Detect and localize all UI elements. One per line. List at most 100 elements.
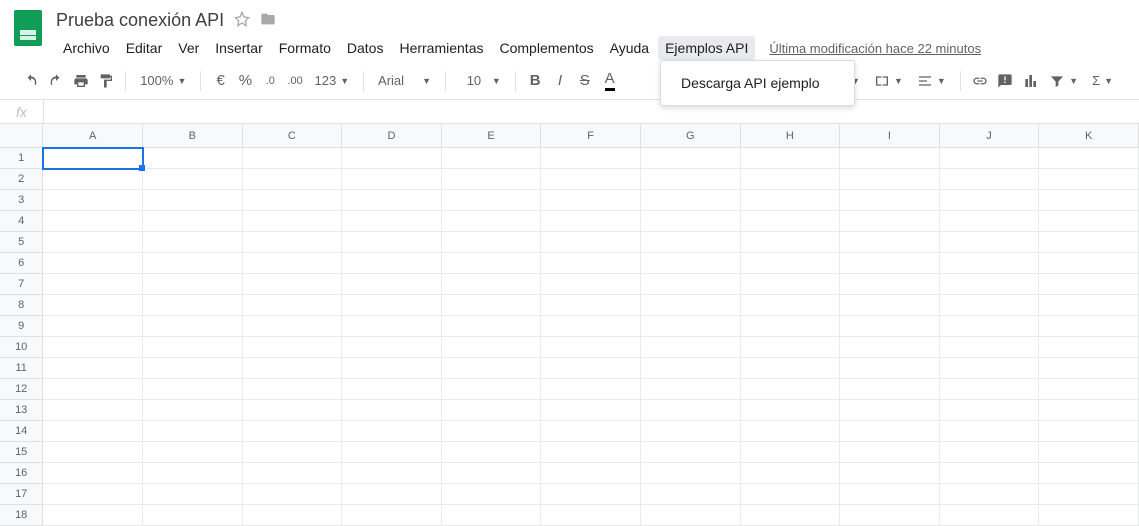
cell-G8[interactable] bbox=[641, 295, 741, 316]
cell-E18[interactable] bbox=[442, 505, 542, 526]
insert-chart-button[interactable] bbox=[1018, 68, 1041, 94]
cell-D10[interactable] bbox=[342, 337, 442, 358]
cell-A12[interactable] bbox=[43, 379, 143, 400]
row-header-5[interactable]: 5 bbox=[0, 232, 43, 253]
cell-C14[interactable] bbox=[243, 421, 343, 442]
cell-H7[interactable] bbox=[741, 274, 841, 295]
row-header-18[interactable]: 18 bbox=[0, 505, 43, 526]
cell-I6[interactable] bbox=[840, 253, 940, 274]
cell-E9[interactable] bbox=[442, 316, 542, 337]
cell-E13[interactable] bbox=[442, 400, 542, 421]
cell-C5[interactable] bbox=[243, 232, 343, 253]
cell-H6[interactable] bbox=[741, 253, 841, 274]
cell-B2[interactable] bbox=[143, 169, 243, 190]
merge-cells-button[interactable]: ▼ bbox=[868, 68, 909, 94]
cell-E4[interactable] bbox=[442, 211, 542, 232]
cell-H10[interactable] bbox=[741, 337, 841, 358]
cell-G13[interactable] bbox=[641, 400, 741, 421]
cell-A10[interactable] bbox=[43, 337, 143, 358]
format-currency-button[interactable]: € bbox=[209, 68, 232, 94]
cell-J1[interactable] bbox=[940, 148, 1040, 169]
col-header-F[interactable]: F bbox=[541, 124, 641, 147]
cell-I7[interactable] bbox=[840, 274, 940, 295]
cell-B15[interactable] bbox=[143, 442, 243, 463]
cell-J14[interactable] bbox=[940, 421, 1040, 442]
row-header-14[interactable]: 14 bbox=[0, 421, 43, 442]
cell-F12[interactable] bbox=[541, 379, 641, 400]
undo-button[interactable] bbox=[20, 68, 43, 94]
cell-I3[interactable] bbox=[840, 190, 940, 211]
cell-H12[interactable] bbox=[741, 379, 841, 400]
cell-C11[interactable] bbox=[243, 358, 343, 379]
cell-K1[interactable] bbox=[1039, 148, 1139, 169]
menu-complementos[interactable]: Complementos bbox=[492, 36, 600, 60]
doc-title[interactable]: Prueba conexión API bbox=[56, 10, 224, 31]
spreadsheet-grid[interactable]: ABCDEFGHIJK 123456789101112131415161718 bbox=[0, 124, 1139, 526]
cell-F5[interactable] bbox=[541, 232, 641, 253]
align-button[interactable]: ▼ bbox=[911, 68, 952, 94]
increase-decimal-button[interactable]: .00 bbox=[284, 68, 307, 94]
cell-B3[interactable] bbox=[143, 190, 243, 211]
row-header-3[interactable]: 3 bbox=[0, 190, 43, 211]
cell-J9[interactable] bbox=[940, 316, 1040, 337]
row-header-17[interactable]: 17 bbox=[0, 484, 43, 505]
cell-A1[interactable] bbox=[43, 148, 143, 169]
col-header-B[interactable]: B bbox=[143, 124, 243, 147]
dropdown-item-descarga[interactable]: Descarga API ejemplo bbox=[661, 67, 854, 99]
cell-D2[interactable] bbox=[342, 169, 442, 190]
print-button[interactable] bbox=[70, 68, 93, 94]
cell-D5[interactable] bbox=[342, 232, 442, 253]
cell-H16[interactable] bbox=[741, 463, 841, 484]
cell-K5[interactable] bbox=[1039, 232, 1139, 253]
cell-I12[interactable] bbox=[840, 379, 940, 400]
cell-F4[interactable] bbox=[541, 211, 641, 232]
cell-E17[interactable] bbox=[442, 484, 542, 505]
cell-H13[interactable] bbox=[741, 400, 841, 421]
cell-B17[interactable] bbox=[143, 484, 243, 505]
cell-G10[interactable] bbox=[641, 337, 741, 358]
cell-B10[interactable] bbox=[143, 337, 243, 358]
cell-J10[interactable] bbox=[940, 337, 1040, 358]
cell-J17[interactable] bbox=[940, 484, 1040, 505]
menu-ayuda[interactable]: Ayuda bbox=[603, 36, 656, 60]
cell-C2[interactable] bbox=[243, 169, 343, 190]
col-header-C[interactable]: C bbox=[243, 124, 343, 147]
row-header-2[interactable]: 2 bbox=[0, 169, 43, 190]
cell-I14[interactable] bbox=[840, 421, 940, 442]
formula-input[interactable] bbox=[44, 100, 1139, 123]
cell-G5[interactable] bbox=[641, 232, 741, 253]
row-header-12[interactable]: 12 bbox=[0, 379, 43, 400]
cell-D1[interactable] bbox=[342, 148, 442, 169]
cell-G12[interactable] bbox=[641, 379, 741, 400]
cell-K17[interactable] bbox=[1039, 484, 1139, 505]
cell-H11[interactable] bbox=[741, 358, 841, 379]
cell-B18[interactable] bbox=[143, 505, 243, 526]
cell-E16[interactable] bbox=[442, 463, 542, 484]
cell-I11[interactable] bbox=[840, 358, 940, 379]
cell-A9[interactable] bbox=[43, 316, 143, 337]
cell-J4[interactable] bbox=[940, 211, 1040, 232]
row-header-4[interactable]: 4 bbox=[0, 211, 43, 232]
cell-F15[interactable] bbox=[541, 442, 641, 463]
cell-C13[interactable] bbox=[243, 400, 343, 421]
cell-H1[interactable] bbox=[741, 148, 841, 169]
cell-H2[interactable] bbox=[741, 169, 841, 190]
cell-B8[interactable] bbox=[143, 295, 243, 316]
cell-H5[interactable] bbox=[741, 232, 841, 253]
menu-ver[interactable]: Ver bbox=[171, 36, 206, 60]
cell-G2[interactable] bbox=[641, 169, 741, 190]
cell-C4[interactable] bbox=[243, 211, 343, 232]
cell-B13[interactable] bbox=[143, 400, 243, 421]
paint-format-button[interactable] bbox=[94, 68, 117, 94]
cell-J15[interactable] bbox=[940, 442, 1040, 463]
cell-D14[interactable] bbox=[342, 421, 442, 442]
cell-G7[interactable] bbox=[641, 274, 741, 295]
cell-D7[interactable] bbox=[342, 274, 442, 295]
cell-C6[interactable] bbox=[243, 253, 343, 274]
cell-B6[interactable] bbox=[143, 253, 243, 274]
cell-C1[interactable] bbox=[243, 148, 343, 169]
last-modified-link[interactable]: Última modificación hace 22 minutos bbox=[769, 41, 981, 56]
cell-K3[interactable] bbox=[1039, 190, 1139, 211]
cell-H18[interactable] bbox=[741, 505, 841, 526]
cell-D17[interactable] bbox=[342, 484, 442, 505]
